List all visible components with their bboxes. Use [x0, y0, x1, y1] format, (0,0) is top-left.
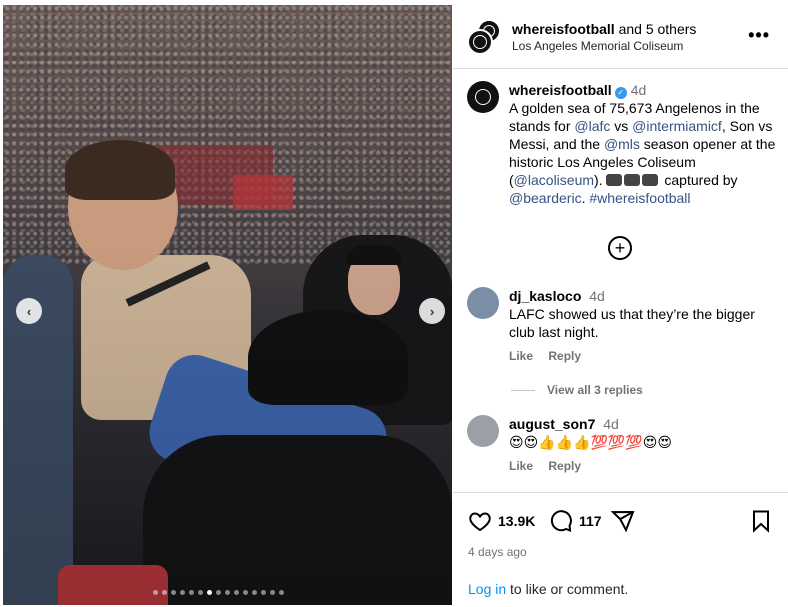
chevron-left-icon: ‹ — [26, 303, 32, 319]
camera-emoji-icon — [624, 174, 641, 186]
avatar[interactable] — [467, 415, 499, 447]
carousel-dot — [270, 590, 275, 595]
comment-text: 😍😍👍👍👍💯💯💯😍😍 — [509, 434, 672, 450]
post-header: whereisfootball and 5 others Los Angeles… — [453, 5, 788, 69]
carousel-dot — [216, 590, 221, 595]
share-icon — [611, 510, 635, 533]
post-photo: ‹ › — [3, 5, 452, 605]
comments-count[interactable]: 117 — [579, 513, 602, 529]
comment-username[interactable]: dj_kasloco — [509, 288, 581, 304]
mention-link[interactable]: @lafc — [574, 118, 610, 134]
mention-link[interactable]: @bearderic — [509, 190, 582, 206]
hashtag-link[interactable]: #whereisfootball — [589, 190, 690, 206]
video-camera-emoji-icon — [642, 174, 659, 186]
chevron-right-icon: › — [429, 303, 435, 319]
comment-time[interactable]: 4d — [589, 288, 605, 304]
comment-like-button[interactable]: Like — [509, 459, 533, 473]
comment-time[interactable]: 4d — [603, 416, 619, 432]
comment-username[interactable]: august_son7 — [509, 416, 595, 432]
comment-text: LAFC showed us that they’re the bigger c… — [509, 306, 755, 340]
mention-link[interactable]: @mls — [604, 136, 640, 152]
collab-avatars[interactable] — [467, 19, 501, 55]
caption-username[interactable]: whereisfootball — [509, 82, 612, 98]
avatar[interactable] — [467, 81, 499, 113]
heart-icon — [469, 512, 491, 532]
comment-icon — [550, 510, 572, 532]
comment-item: dj_kasloco 4d LAFC showed us that they’r… — [467, 287, 777, 363]
carousel-dot — [171, 590, 176, 595]
comment-item: august_son7 4d 😍😍👍👍👍💯💯💯😍😍 Like Reply — [467, 415, 777, 473]
plus-icon: + — [614, 238, 626, 258]
carousel-dot — [162, 590, 167, 595]
avatar[interactable] — [467, 287, 499, 319]
bookmark-icon — [753, 510, 769, 533]
carousel-dot — [261, 590, 266, 595]
comment-reply-button[interactable]: Reply — [548, 459, 581, 473]
save-button[interactable] — [749, 509, 773, 533]
avatar — [467, 29, 493, 55]
carousel-dot — [189, 590, 194, 595]
like-button[interactable]: 13.9K — [468, 509, 535, 533]
post-caption: whereisfootball ✓ 4d A golden sea of 75,67… — [467, 81, 777, 207]
camera-emoji-icon — [606, 174, 623, 186]
location-link[interactable]: Los Angeles Memorial Coliseum — [512, 39, 683, 53]
share-button[interactable] — [611, 509, 635, 533]
carousel-next-button[interactable]: › — [419, 298, 445, 324]
comment-like-button[interactable]: Like — [509, 349, 533, 363]
mention-link[interactable]: @lacoliseum — [514, 172, 594, 188]
header-others[interactable]: and 5 others — [619, 21, 697, 37]
post-date[interactable]: 4 days ago — [468, 545, 527, 559]
verified-badge-icon: ✓ — [614, 87, 627, 99]
carousel-dot — [180, 590, 185, 595]
mention-link[interactable]: @intermiamicf — [632, 118, 722, 134]
post-actions: 13.9K 117 4 days ago Log in to like or c… — [453, 492, 788, 607]
carousel-dot — [153, 590, 158, 595]
view-replies-button[interactable]: View all 3 replies — [511, 383, 643, 397]
login-link[interactable]: Log in — [468, 581, 506, 597]
load-more-comments-button[interactable]: + — [608, 236, 632, 260]
more-options-icon[interactable]: ••• — [748, 25, 770, 46]
comment-reply-button[interactable]: Reply — [548, 349, 581, 363]
post-panel: whereisfootball and 5 others Los Angeles… — [453, 5, 788, 607]
login-prompt: Log in to like or comment. — [468, 581, 629, 597]
header-accounts[interactable]: whereisfootball and 5 others — [512, 21, 696, 37]
comment-button[interactable]: 117 — [549, 509, 602, 533]
carousel-dot — [279, 590, 284, 595]
carousel-dot — [234, 590, 239, 595]
caption-time[interactable]: 4d — [631, 82, 647, 98]
carousel-prev-button[interactable]: ‹ — [16, 298, 42, 324]
carousel-dot — [207, 590, 212, 595]
header-username[interactable]: whereisfootball — [512, 21, 615, 37]
carousel-dot — [243, 590, 248, 595]
carousel-dot — [225, 590, 230, 595]
carousel-dot — [252, 590, 257, 595]
carousel-dots — [153, 590, 284, 595]
caption-text: whereisfootball ✓ 4d A golden sea of 75,67… — [509, 82, 776, 206]
likes-count[interactable]: 13.9K — [498, 513, 535, 529]
carousel-dot — [198, 590, 203, 595]
